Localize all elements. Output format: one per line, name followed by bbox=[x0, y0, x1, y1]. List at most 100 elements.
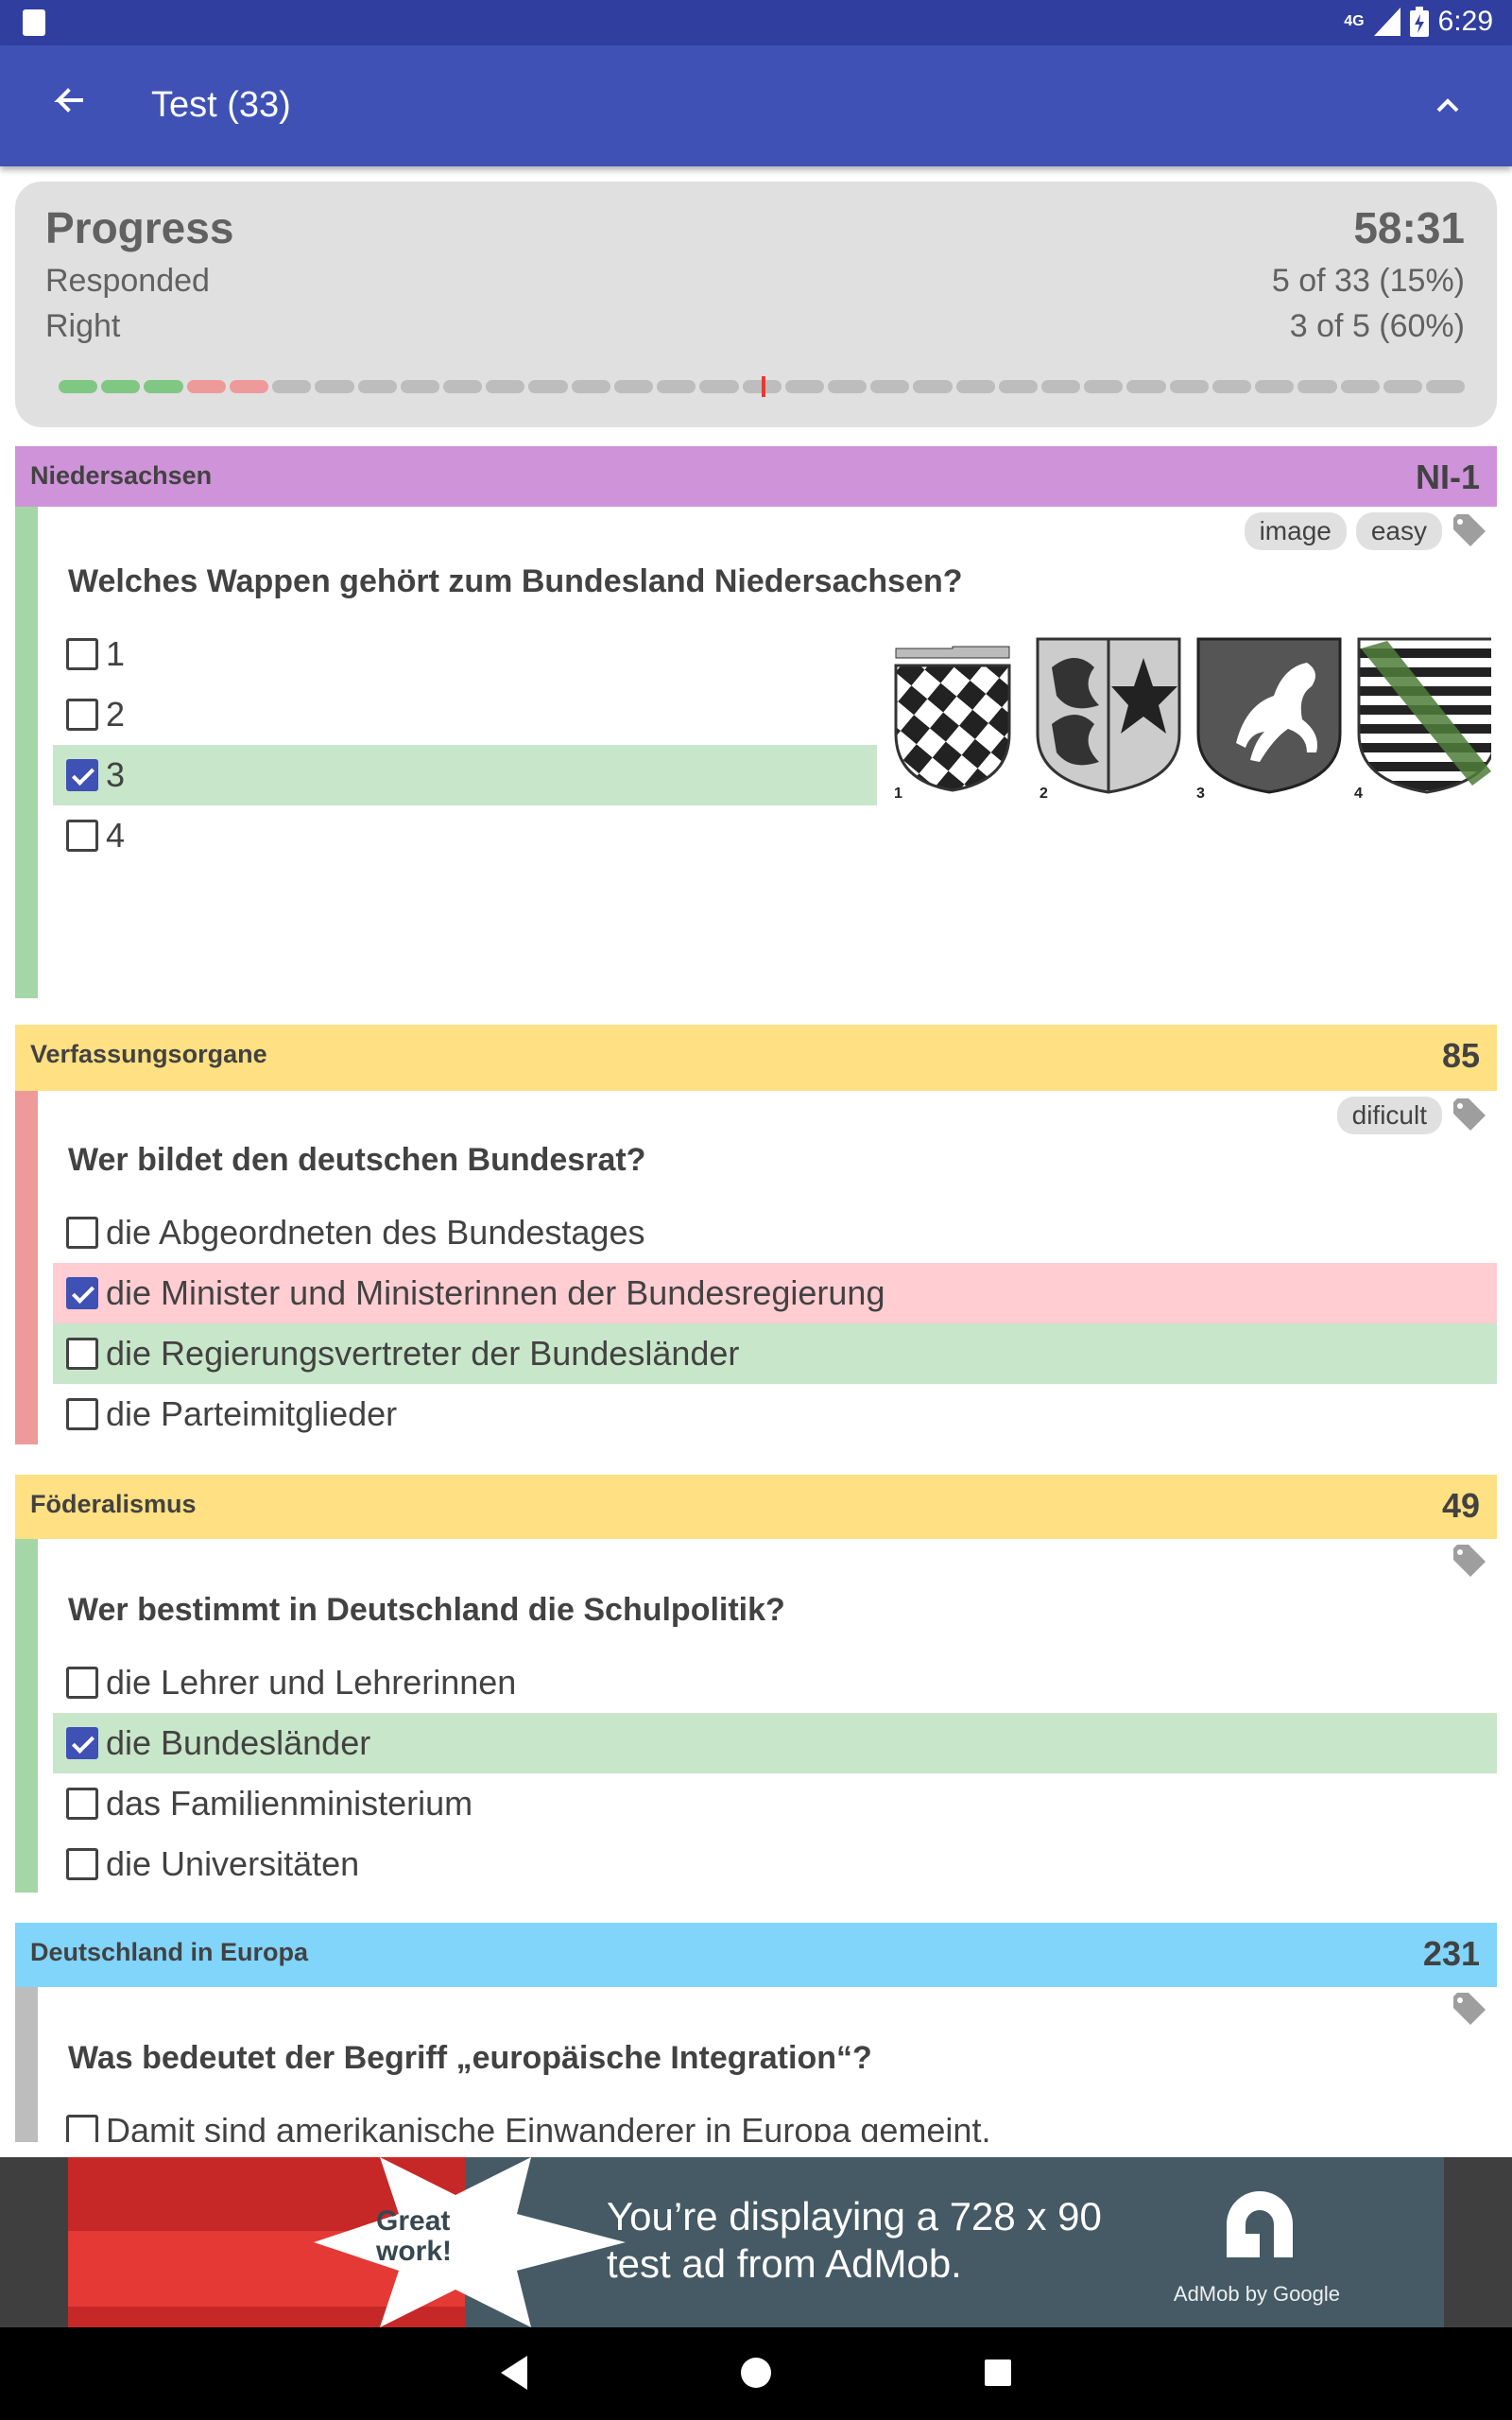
category-label: Deutschland in Europa bbox=[30, 1938, 309, 1966]
tag-icon[interactable] bbox=[1452, 1098, 1489, 1132]
tag-list bbox=[1452, 1993, 1489, 2027]
checkbox[interactable] bbox=[66, 820, 98, 852]
answer-option[interactable]: Damit sind amerikanische Einwanderer in … bbox=[53, 2100, 1497, 2142]
progress-segment[interactable] bbox=[315, 380, 354, 393]
image-label: 1 bbox=[894, 786, 902, 800]
option-label: die Universitäten bbox=[106, 1844, 360, 1883]
progress-segment[interactable] bbox=[955, 380, 995, 393]
option-label: die Lehrer und Lehrerinnen bbox=[106, 1663, 517, 1702]
progress-segment[interactable] bbox=[101, 380, 141, 393]
status-right: 4G 6:29 bbox=[1344, 6, 1493, 38]
checkbox[interactable] bbox=[66, 2115, 98, 2142]
progress-segment[interactable] bbox=[59, 380, 98, 393]
answer-option[interactable]: die Parteimitglieder bbox=[53, 1384, 1497, 1444]
question-number: NI-1 bbox=[1415, 458, 1480, 496]
progress-segment[interactable] bbox=[144, 380, 183, 393]
progress-segment[interactable] bbox=[1084, 380, 1124, 393]
checkbox[interactable] bbox=[66, 1277, 98, 1309]
question-body: dificult Wer bildet den deutschen Bundes… bbox=[15, 1091, 1497, 1444]
question-text: Was bedeutet der Begriff „europäische In… bbox=[68, 2040, 872, 2076]
answer-option[interactable]: 4 bbox=[53, 805, 885, 866]
progress-segment[interactable] bbox=[827, 380, 868, 393]
progress-segment[interactable] bbox=[571, 380, 610, 393]
checkbox[interactable] bbox=[66, 1848, 98, 1880]
progress-segment[interactable] bbox=[913, 380, 953, 393]
network-label: 4G bbox=[1344, 13, 1365, 29]
ad-badge-text: Great work! bbox=[376, 2206, 452, 2267]
progress-segment[interactable] bbox=[442, 380, 483, 393]
progress-segment[interactable] bbox=[486, 380, 525, 393]
tag-chip[interactable]: image bbox=[1244, 512, 1347, 550]
progress-segment[interactable] bbox=[1426, 380, 1466, 393]
answer-option[interactable]: die Regierungsvertreter der Bundesländer bbox=[53, 1323, 1497, 1384]
checkbox[interactable] bbox=[66, 1398, 98, 1430]
progress-segment[interactable] bbox=[742, 376, 782, 397]
image-label: 2 bbox=[1040, 786, 1048, 800]
image-label: 3 bbox=[1196, 786, 1205, 800]
answer-option[interactable]: das Familienministerium bbox=[53, 1773, 1497, 1834]
question-header: Deutschland in Europa 231 bbox=[15, 1923, 1497, 1987]
ad-banner[interactable]: Great work! You’re displaying a 728 x 90… bbox=[0, 2157, 1512, 2327]
ad-brand-label: AdMob by Google bbox=[1173, 2282, 1340, 2306]
right-value: 3 of 5 (60%) bbox=[1289, 308, 1465, 344]
progress-segment[interactable] bbox=[1169, 380, 1209, 393]
question-text: Wer bestimmt in Deutschland die Schulpol… bbox=[68, 1592, 785, 1628]
progress-segment[interactable] bbox=[998, 380, 1039, 393]
answer-option[interactable]: 1 bbox=[53, 624, 885, 684]
arrow-back-icon[interactable] bbox=[45, 83, 91, 129]
tag-icon[interactable] bbox=[1452, 1545, 1489, 1579]
checkbox[interactable] bbox=[66, 1217, 98, 1249]
option-label: 1 bbox=[106, 634, 126, 673]
progress-segment[interactable] bbox=[528, 380, 568, 393]
question-body: Wer bestimmt in Deutschland die Schulpol… bbox=[15, 1539, 1497, 1893]
tag-icon[interactable] bbox=[1452, 514, 1489, 548]
progress-segment[interactable] bbox=[1211, 380, 1252, 393]
answer-option[interactable]: 2 bbox=[53, 684, 885, 745]
tag-chip[interactable]: easy bbox=[1355, 512, 1442, 550]
chevron-up-icon[interactable] bbox=[1421, 81, 1474, 134]
checkbox[interactable] bbox=[66, 638, 98, 670]
image-label: 4 bbox=[1354, 786, 1363, 800]
question-number: 231 bbox=[1422, 1934, 1480, 1973]
tag-chip[interactable]: dificult bbox=[1336, 1097, 1442, 1134]
answer-option[interactable]: die Minister und Ministerinnen der Bunde… bbox=[53, 1263, 1497, 1323]
tag-icon[interactable] bbox=[1452, 1993, 1489, 2027]
home-circle-icon[interactable] bbox=[739, 2354, 773, 2392]
answer-option[interactable]: die Lehrer und Lehrerinnen bbox=[53, 1652, 1497, 1713]
checkbox[interactable] bbox=[66, 1338, 98, 1370]
checkbox[interactable] bbox=[66, 1667, 98, 1699]
checkbox[interactable] bbox=[66, 699, 98, 731]
sd-card-icon bbox=[23, 9, 45, 36]
answer-option[interactable]: die Bundesländer bbox=[53, 1713, 1497, 1773]
answer-option[interactable]: die Universitäten bbox=[53, 1834, 1497, 1894]
progress-segment[interactable] bbox=[400, 380, 439, 393]
progress-segment[interactable] bbox=[1383, 380, 1422, 393]
checkbox[interactable] bbox=[66, 759, 98, 791]
ad-creative[interactable]: Great work! You’re displaying a 728 x 90… bbox=[68, 2157, 1444, 2327]
progress-segment[interactable] bbox=[1297, 380, 1337, 393]
progress-title: Progress bbox=[45, 203, 234, 252]
admob-logo-icon bbox=[1227, 2191, 1293, 2257]
progress-segment[interactable] bbox=[1126, 380, 1166, 393]
progress-segment[interactable] bbox=[229, 380, 269, 393]
progress-bar[interactable] bbox=[59, 376, 1466, 397]
progress-segment[interactable] bbox=[272, 380, 312, 393]
progress-segment[interactable] bbox=[1340, 380, 1380, 393]
progress-segment[interactable] bbox=[1255, 380, 1295, 393]
progress-segment[interactable] bbox=[613, 380, 654, 393]
recents-square-icon[interactable] bbox=[981, 2354, 1015, 2392]
answer-option[interactable]: die Abgeordneten des Bundestages bbox=[53, 1202, 1497, 1263]
back-triangle-icon[interactable] bbox=[497, 2354, 531, 2392]
progress-segment[interactable] bbox=[699, 380, 739, 393]
checkbox[interactable] bbox=[66, 1788, 98, 1820]
progress-segment[interactable] bbox=[870, 380, 910, 393]
progress-segment[interactable] bbox=[657, 380, 696, 393]
checkbox[interactable] bbox=[66, 1727, 98, 1759]
progress-segment[interactable] bbox=[1041, 380, 1081, 393]
progress-card[interactable]: Progress 58:31 Responded 5 of 33 (15%) R… bbox=[15, 182, 1497, 427]
progress-segment[interactable] bbox=[357, 380, 397, 393]
screen-title: Test (33) bbox=[151, 85, 291, 125]
progress-segment[interactable] bbox=[784, 380, 824, 393]
answer-option[interactable]: 3 bbox=[53, 745, 877, 805]
progress-segment[interactable] bbox=[186, 380, 226, 393]
